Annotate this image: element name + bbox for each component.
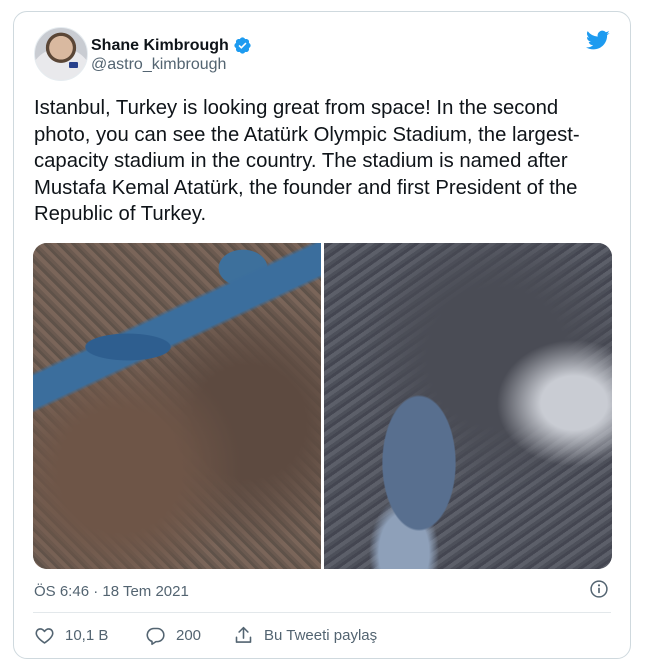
action-divider bbox=[33, 612, 611, 613]
tweet-timestamp[interactable]: ÖS 6:46 · 18 Tem 2021 bbox=[34, 583, 189, 600]
author-name-row: Shane Kimbrough bbox=[91, 36, 252, 55]
author-handle[interactable]: @astro_kimbrough bbox=[91, 56, 226, 74]
verified-badge-icon bbox=[234, 37, 251, 54]
tweet-text: Istanbul, Turkey is looking great from s… bbox=[34, 97, 580, 225]
heart-icon bbox=[35, 628, 54, 644]
tweet-media-grid bbox=[33, 243, 612, 569]
like-button[interactable]: 10,1 B bbox=[34, 625, 145, 646]
tweet-card[interactable]: Shane Kimbrough @astro_kimbrough Istanbu… bbox=[13, 11, 631, 659]
share-button[interactable]: Bu Tweeti paylaş bbox=[233, 625, 377, 646]
tweet-actions: 10,1 B 200 Bu Tweeti paylaş bbox=[34, 625, 377, 646]
author-avatar[interactable] bbox=[34, 27, 88, 81]
reply-count: 200 bbox=[176, 627, 202, 644]
tweet-photo-istanbul-bosphorus[interactable] bbox=[33, 243, 321, 569]
reply-icon bbox=[146, 627, 165, 646]
flag-patch-icon bbox=[69, 62, 78, 68]
share-icon bbox=[235, 626, 252, 643]
twitter-bird-icon[interactable] bbox=[584, 28, 612, 52]
reply-button[interactable]: 200 bbox=[145, 625, 233, 646]
share-label: Bu Tweeti paylaş bbox=[264, 627, 378, 644]
tweet-photo-ataturk-stadium[interactable] bbox=[324, 243, 612, 569]
info-icon[interactable] bbox=[589, 579, 609, 599]
like-count: 10,1 B bbox=[65, 627, 109, 644]
author-name[interactable]: Shane Kimbrough bbox=[91, 37, 229, 55]
